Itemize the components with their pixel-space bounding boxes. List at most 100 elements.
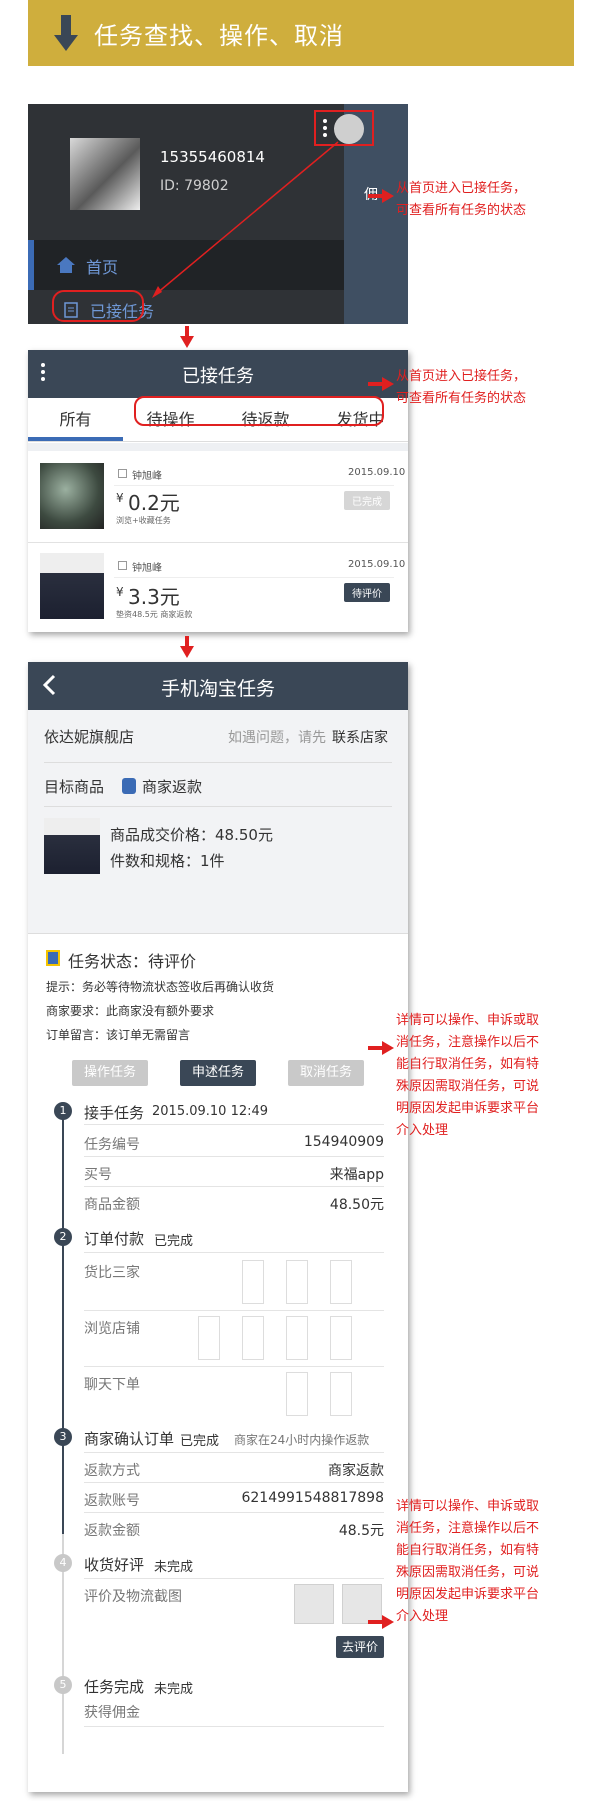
order-date: 2015.09.10 <box>348 467 406 478</box>
banner-title: 任务查找、操作、取消 <box>94 21 344 50</box>
order-item[interactable]: 钟旭峰 2015.09.10 ¥ 3.3元 垫资48.5元 商家返款 待评价 <box>28 543 408 632</box>
step-title: 接手任务 <box>84 1104 145 1122</box>
order-message: 订单留言：该订单无需留言 <box>46 1028 191 1042</box>
go-review-button[interactable]: 去评价 <box>336 1636 384 1658</box>
detail-title: 手机淘宝任务 <box>160 678 275 700</box>
section-banner: 任务查找、操作、取消 <box>28 0 574 66</box>
image-placeholder-icon[interactable] <box>294 1584 334 1624</box>
note-2: 从首页进入已接任务， 可查看所有任务的状态 <box>396 369 527 406</box>
step-state: 未完成 <box>154 1560 194 1575</box>
menu-item-home[interactable]: 首页 <box>86 254 118 278</box>
tab-all[interactable]: 所有 <box>28 398 123 441</box>
note-arrow-1 <box>368 188 394 207</box>
step-state: 已完成 <box>180 1434 220 1449</box>
buyer-name: 钟旭峰 <box>132 471 162 482</box>
appeal-task-button[interactable]: 申述任务 <box>180 1060 256 1086</box>
phone-icon <box>122 778 136 794</box>
step-title: 商家确认订单 <box>84 1430 175 1448</box>
order-price: 3.3元 <box>128 585 180 609</box>
step-5-marker: 5 <box>54 1676 72 1694</box>
info-row: 返款账号 6214991548817898 <box>84 1490 384 1509</box>
step-group: 浏览店铺 <box>84 1321 140 1337</box>
detail-header: 手机淘宝任务 <box>28 662 408 710</box>
step-1-marker: 1 <box>54 1102 72 1120</box>
screenshot-thumb[interactable] <box>242 1260 264 1304</box>
deal-price: 商品成交价格：48.50元 <box>110 826 273 844</box>
shop-summary: 依达妮旗舰店 如遇问题，请先 联系店家 目标商品 商家返款 商品成交价格：48.… <box>28 710 408 934</box>
buyer-name: 钟旭峰 <box>132 563 162 574</box>
note-arrow-4 <box>368 1614 394 1633</box>
upload-label: 评价及物流截图 <box>84 1589 182 1605</box>
highlight-accepted <box>52 290 144 322</box>
screenshot-thumb[interactable] <box>242 1316 264 1360</box>
arrow-down-icon <box>52 13 80 53</box>
step-state: 已完成 <box>154 1234 194 1249</box>
drawer-screen: 15355460814 ID: 79802 首页 已接任务 佣 <box>28 104 408 324</box>
step-group: 货比三家 <box>84 1265 140 1281</box>
refund-type: 商家返款 <box>142 778 203 796</box>
product-spec: 件数和规格：1件 <box>110 852 225 870</box>
target-label: 目标商品 <box>44 778 105 796</box>
screenshot-thumb[interactable] <box>330 1316 352 1360</box>
step-4-marker: 4 <box>54 1554 72 1572</box>
info-row: 任务编号 154940909 <box>84 1134 384 1153</box>
operate-task-button[interactable]: 操作任务 <box>72 1060 148 1086</box>
tip-text: 提示：务必等待物流状态签收后再确认收货 <box>46 980 275 994</box>
screenshot-thumb[interactable] <box>330 1372 352 1416</box>
step-title: 订单付款 <box>84 1230 145 1248</box>
info-row: 返款金额 48.5元 <box>84 1523 384 1539</box>
step-title: 收货好评 <box>84 1556 145 1574</box>
checkbox-icon <box>118 469 127 478</box>
merchant-requirement: 商家要求：此商家没有额外要求 <box>46 1004 215 1018</box>
screenshot-thumb[interactable] <box>286 1372 308 1416</box>
step-3-marker: 3 <box>54 1428 72 1446</box>
note-1: 从首页进入已接任务， 可查看所有任务的状态 <box>396 181 527 218</box>
product-thumbnail <box>40 463 104 529</box>
product-thumbnail <box>44 818 100 874</box>
info-row: 返款方式 商家返款 <box>84 1463 384 1479</box>
flow-arrow-1 <box>180 326 194 352</box>
highlight-tabs <box>134 396 384 426</box>
note-arrow-3 <box>368 1040 394 1059</box>
product-thumbnail <box>40 553 104 619</box>
flow-arrow-2 <box>180 636 194 662</box>
step-sub: 获得佣金 <box>84 1705 140 1721</box>
contact-shop-link[interactable]: 联系店家 <box>332 727 388 747</box>
pointer-line <box>152 141 339 298</box>
checkbox-icon <box>118 561 127 570</box>
step-time: 2015.09.10 12:49 <box>152 1104 269 1119</box>
order-date: 2015.09.10 <box>348 559 406 570</box>
step-state: 未完成 <box>154 1682 194 1697</box>
order-price: 0.2元 <box>128 491 180 515</box>
status-badge: 待评价 <box>344 583 390 602</box>
screenshot-thumb[interactable] <box>286 1316 308 1360</box>
cancel-task-button[interactable]: 取消任务 <box>288 1060 364 1086</box>
home-icon <box>56 256 76 278</box>
task-status: 任务状态：待评价 <box>68 952 197 971</box>
order-item[interactable]: 钟旭峰 2015.09.10 ¥ 0.2元 浏览+收藏任务 已完成 <box>28 451 408 543</box>
step-2-marker: 2 <box>54 1228 72 1246</box>
info-row: 买号 来福app <box>84 1167 384 1183</box>
clipboard-icon <box>46 950 60 966</box>
step-extra: 商家在24小时内操作返款 <box>234 1433 370 1447</box>
accepted-header: 已接任务 <box>28 350 408 398</box>
screenshot-thumb[interactable] <box>330 1260 352 1304</box>
accepted-title: 已接任务 <box>182 366 254 387</box>
screenshot-thumb[interactable] <box>286 1260 308 1304</box>
step-group: 聊天下单 <box>84 1377 140 1393</box>
note-4: 详情可以操作、申诉或取 消任务，注意操作以后不 能自行取消任务，如有特 殊原因需取消… <box>396 1499 540 1624</box>
note-arrow-2 <box>368 376 394 395</box>
contact-prefix: 如遇问题，请先 <box>228 730 326 746</box>
order-desc: 浏览+收藏任务 <box>116 516 171 525</box>
screenshot-thumb[interactable] <box>198 1316 220 1360</box>
shop-name: 依达妮旗舰店 <box>44 728 135 746</box>
timeline-line <box>62 1114 64 1534</box>
note-3: 详情可以操作、申诉或取 消任务，注意操作以后不 能自行取消任务，如有特 殊原因需取消… <box>396 1013 540 1138</box>
status-badge: 已完成 <box>344 491 390 510</box>
user-avatar <box>70 138 140 210</box>
order-desc: 垫资48.5元 商家返款 <box>116 610 193 619</box>
accepted-screen: 已接任务 所有 待操作 待返款 发货中 钟旭峰 2015.09.10 ¥ 0.2… <box>28 350 408 632</box>
step-title: 任务完成 <box>84 1678 145 1696</box>
info-row: 商品金额 48.50元 <box>84 1197 384 1213</box>
task-detail-screen: 手机淘宝任务 依达妮旗舰店 如遇问题，请先 联系店家 目标商品 商家返款 商品成… <box>28 662 408 1792</box>
